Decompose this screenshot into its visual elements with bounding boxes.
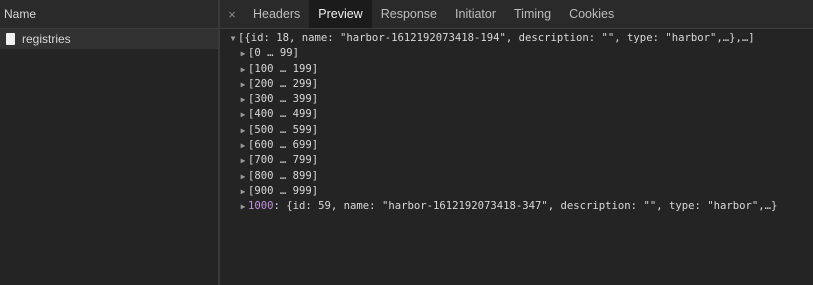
tab-response[interactable]: Response xyxy=(372,0,446,28)
collapsed-triangle-icon[interactable]: ▶ xyxy=(238,184,248,199)
collapsed-triangle-icon[interactable]: ▶ xyxy=(238,62,248,77)
range-node[interactable]: ▶ [100 … 199] xyxy=(220,62,813,77)
tab-preview[interactable]: Preview xyxy=(309,0,372,28)
range-node[interactable]: ▶ [400 … 499] xyxy=(220,107,813,122)
range-node[interactable]: ▶ [300 … 399] xyxy=(220,92,813,107)
range-node[interactable]: ▶ [700 … 799] xyxy=(220,153,813,168)
file-icon xyxy=(6,33,15,45)
request-row-registries[interactable]: registries xyxy=(0,29,218,49)
details-panel: × Headers Preview Response Initiator Tim… xyxy=(220,0,813,285)
range-node[interactable]: ▶ [600 … 699] xyxy=(220,138,813,153)
collapsed-triangle-icon[interactable]: ▶ xyxy=(238,46,248,61)
range-label: [200 … 299] xyxy=(248,77,319,90)
range-label: [100 … 199] xyxy=(248,62,319,75)
tab-timing[interactable]: Timing xyxy=(505,0,560,28)
root-summary: [{id: 18, name: "harbor-1612192073418-19… xyxy=(238,32,755,44)
range-node[interactable]: ▶ [200 … 299] xyxy=(220,77,813,92)
range-label: [400 … 499] xyxy=(248,108,319,121)
range-label: [0 … 99] xyxy=(248,47,300,60)
close-icon[interactable]: × xyxy=(220,0,244,28)
collapsed-triangle-icon[interactable]: ▶ xyxy=(238,77,248,92)
range-label: [800 … 899] xyxy=(248,169,319,182)
range-label: [900 … 999] xyxy=(248,184,319,197)
range-node[interactable]: ▶ [0 … 99] xyxy=(220,46,813,61)
range-node[interactable]: ▶ [800 … 899] xyxy=(220,169,813,184)
collapsed-triangle-icon[interactable]: ▶ xyxy=(238,107,248,122)
range-label: [300 … 399] xyxy=(248,93,319,106)
collapsed-triangle-icon[interactable]: ▶ xyxy=(238,199,248,214)
tab-initiator[interactable]: Initiator xyxy=(446,0,505,28)
range-label: [600 … 699] xyxy=(248,139,319,152)
tab-headers[interactable]: Headers xyxy=(244,0,309,28)
item-key: 1000 xyxy=(248,200,274,213)
request-name: registries xyxy=(22,32,71,46)
tree-root[interactable]: ▼ [{id: 18, name: "harbor-1612192073418-1… xyxy=(220,31,813,46)
name-column-header[interactable]: Name xyxy=(0,0,218,29)
collapsed-triangle-icon[interactable]: ▶ xyxy=(238,169,248,184)
item-node-1000[interactable]: ▶ 1000: {id: 59, name: "harbor-1612192073… xyxy=(220,199,813,214)
range-label: [500 … 599] xyxy=(248,123,319,136)
tab-cookies[interactable]: Cookies xyxy=(560,0,623,28)
details-tabbar: × Headers Preview Response Initiator Tim… xyxy=(220,0,813,29)
json-preview-tree: ▼ [{id: 18, name: "harbor-1612192073418-1… xyxy=(220,31,813,215)
collapsed-triangle-icon[interactable]: ▶ xyxy=(238,138,248,153)
range-node[interactable]: ▶ [900 … 999] xyxy=(220,184,813,199)
range-node[interactable]: ▶ [500 … 599] xyxy=(220,123,813,138)
collapsed-triangle-icon[interactable]: ▶ xyxy=(238,153,248,168)
request-list-panel: Name registries xyxy=(0,0,219,285)
item-summary: : {id: 59, name: "harbor-1612192073418-3… xyxy=(273,200,778,213)
collapsed-triangle-icon[interactable]: ▶ xyxy=(238,92,248,107)
expanded-triangle-icon[interactable]: ▼ xyxy=(228,31,238,46)
range-label: [700 … 799] xyxy=(248,154,319,167)
collapsed-triangle-icon[interactable]: ▶ xyxy=(238,123,248,138)
